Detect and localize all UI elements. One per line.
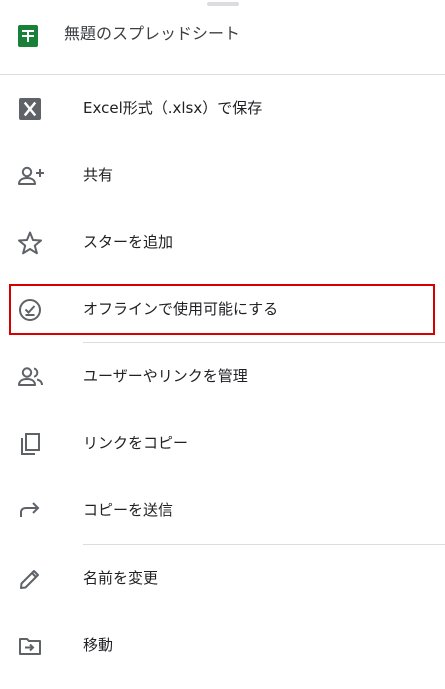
copy-icon [17,431,43,457]
people-icon [17,364,43,390]
menu-item-label: 共有 [83,166,114,184]
menu-item-copy-link[interactable]: リンクをコピー [0,410,445,477]
menu-item-rename[interactable]: 名前を変更 [0,545,445,612]
google-sheets-icon [18,25,38,47]
sheet-header: 無題のスプレッドシート [0,6,445,66]
excel-icon [17,96,43,122]
menu-item-label: スターを追加 [83,233,174,251]
menu-item-label: ユーザーやリンクを管理 [83,367,248,385]
menu-item-add-star[interactable]: スターを追加 [0,209,445,276]
menu-item-label: Excel形式（.xlsx）で保存 [83,99,263,117]
menu-item-label: 移動 [83,636,114,654]
move-folder-icon [17,633,43,659]
person-add-icon [17,163,44,189]
menu-item-label: リンクをコピー [83,434,189,452]
menu-item-move[interactable]: 移動 [0,612,445,679]
sheet-title: 無題のスプレッドシート [64,24,241,43]
menu-item-label: コピーを送信 [83,501,174,519]
highlight-box [9,284,435,335]
menu-item-save-as-excel[interactable]: Excel形式（.xlsx）で保存 [0,75,445,142]
menu-item-label: 名前を変更 [83,569,159,587]
forward-arrow-icon [17,498,43,524]
pencil-icon [17,566,43,592]
menu-item-send-copy[interactable]: コピーを送信 [0,477,445,544]
menu-item-manage-people-and-links[interactable]: ユーザーやリンクを管理 [0,343,445,410]
menu-item-share[interactable]: 共有 [0,142,445,209]
star-outline-icon [17,230,43,256]
